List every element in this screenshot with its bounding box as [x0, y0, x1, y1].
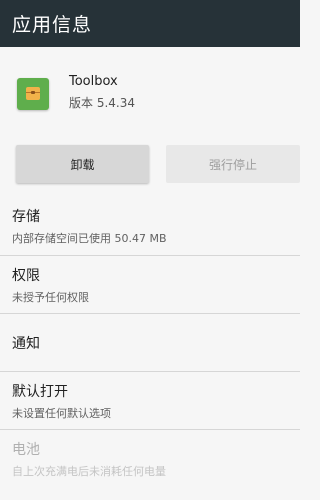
toolbox-icon [26, 87, 40, 100]
force-stop-button[interactable]: 强行停止 [166, 145, 300, 183]
item-subtitle: 内部存储空间已使用 50.47 MB [12, 231, 167, 245]
app-version: 版本 5.4.34 [69, 96, 135, 110]
item-subtitle: 未授予任何权限 [12, 290, 89, 304]
page-title: 应用信息 [12, 14, 93, 36]
item-subtitle: 未设置任何默认选项 [12, 406, 111, 420]
app-bar: 应用信息 [0, 0, 300, 47]
list-item-storage[interactable]: 存储 内部存储空间已使用 50.47 MB [0, 196, 300, 256]
item-title: 通知 [12, 335, 40, 352]
item-title: 电池 [12, 442, 40, 458]
list-item-open-by-default[interactable]: 默认打开 未设置任何默认选项 [0, 372, 300, 430]
settings-list: 存储 内部存储空间已使用 50.47 MB 权限 未授予任何权限 通知 默认打开… [0, 196, 300, 488]
action-buttons: 卸载 强行停止 [0, 145, 300, 185]
item-subtitle: 自上次充满电后未消耗任何电量 [12, 465, 166, 478]
list-item-notifications[interactable]: 通知 [0, 314, 300, 372]
item-title: 存储 [12, 208, 40, 225]
app-name: Toolbox [69, 74, 118, 89]
app-icon [17, 78, 49, 110]
list-item-battery[interactable]: 电池 自上次充满电后未消耗任何电量 [0, 430, 300, 488]
app-header: Toolbox 版本 5.4.34 [0, 72, 300, 122]
item-title: 默认打开 [12, 383, 68, 400]
item-title: 权限 [12, 267, 40, 284]
uninstall-button[interactable]: 卸载 [16, 145, 149, 183]
list-item-permissions[interactable]: 权限 未授予任何权限 [0, 256, 300, 314]
